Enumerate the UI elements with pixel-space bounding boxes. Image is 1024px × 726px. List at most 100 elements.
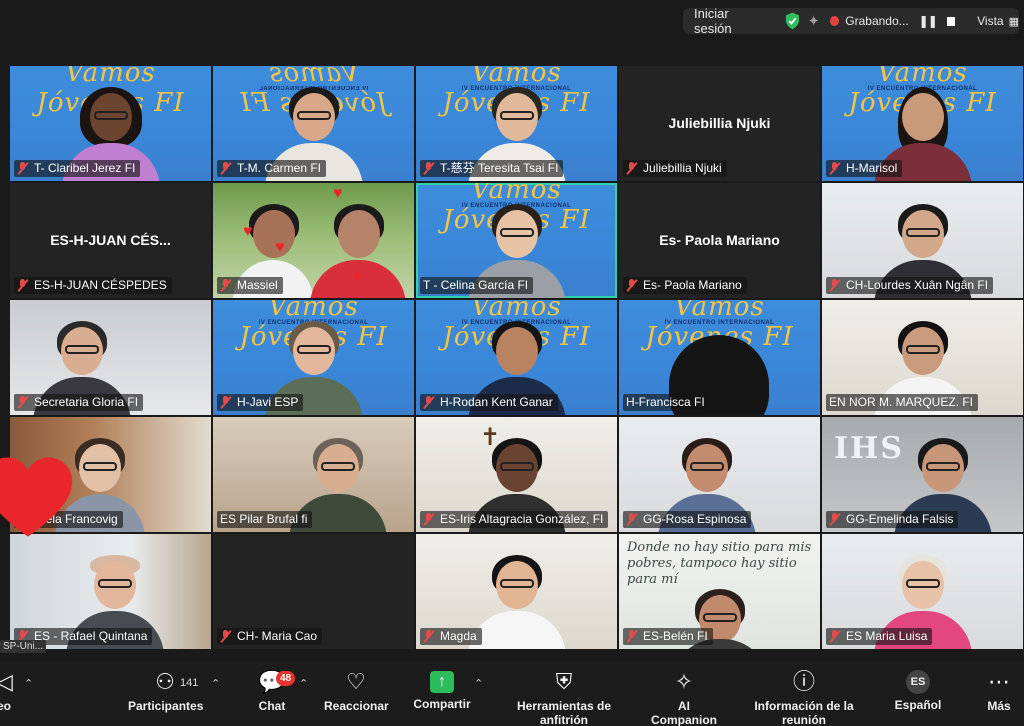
video-button[interactable]: ◁ eo [0,669,13,713]
video-tile[interactable]: Vamos Jóvenes FI IV ENCUENTRO INTERNACIO… [822,66,1023,181]
participant-name-label: ES Pilar Brufal fi [217,511,313,528]
participant-name-label: H-Francisca FI [623,394,710,411]
participant-name-label: Massiel [217,277,283,294]
language-icon: ES [906,670,930,694]
participant-name-label: CH-Lourdes Xuân Ngân FI [826,277,994,294]
video-tile-off[interactable]: CH- Maria Cao [213,534,414,649]
react-button[interactable]: ♡ Reaccionar [324,669,389,713]
participant-name-label: ES-H-JUAN CÉSPEDES [14,277,172,294]
video-tile[interactable]: CH-Lourdes Xuân Ngân FI [822,183,1023,298]
participant-name-label: GG-Rosa Espinosa [623,511,752,528]
participant-overlay-tag: SP-Uni... [0,640,47,653]
mic-muted-icon [626,513,638,526]
heart-reaction-icon: ♥ [353,269,363,286]
video-tile[interactable]: IHS GG-Emelinda Falsis [822,417,1023,532]
shield-check-icon[interactable] [785,12,800,30]
video-tile[interactable]: ES - Rafael Quintana [10,534,211,649]
participant-name-label: EN NOR M. MARQUEZ. FI [826,394,978,411]
video-tile-off[interactable]: Es- Paola Mariano Es- Paola Mariano [619,183,820,298]
video-tile[interactable]: ✝ ES-Iris Altagracia González, FI [416,417,617,532]
participant-name-label: T- Claribel Jerez FI [14,160,141,177]
video-tile[interactable]: Vamos Jóvenes FI T- Claribel Jerez FI [10,66,211,181]
mic-muted-icon [829,513,841,526]
pause-recording-icon[interactable]: ❚❚ [919,14,938,28]
mic-muted-icon [220,630,232,643]
participant-name-label: H-Rodan Kent Ganar [420,394,558,411]
video-tile[interactable]: Vamos Jóvenes FI IV ENCUENTRO INTERNACIO… [213,66,414,181]
language-button[interactable]: ES Español [892,669,944,712]
heart-reaction-icon [0,457,73,537]
heart-reaction-icon: ♥ [275,239,285,256]
participant-name-label: ES-Iris Altagracia González, FI [420,511,609,528]
participant-name-label: ES Maria Luisa [826,628,933,645]
share-options-caret-icon[interactable]: ⌃ [474,677,483,690]
video-gallery: Vamos Jóvenes FI T- Claribel Jerez FI Va… [10,66,1023,654]
grid-view-icon[interactable]: ▦ [1009,15,1019,28]
mic-muted-icon [17,396,29,409]
mic-muted-icon [626,162,638,175]
info-icon: ⓘ [792,669,815,694]
sparkle-icon[interactable]: ✦ [807,12,820,30]
mic-muted-icon [220,396,232,409]
participant-name-label: Secretaria Gloria FI [14,394,144,411]
participants-options-caret-icon[interactable]: ⌃ [211,677,220,690]
video-tile[interactable]: Secretaria Gloria FI [10,300,211,415]
video-tile[interactable]: GG-Rosa Espinosa [619,417,820,532]
video-tile[interactable]: Vamos Jóvenes FI IV ENCUENTRO INTERNACIO… [416,300,617,415]
video-options-caret-icon[interactable]: ⌃ [24,677,33,690]
meeting-info-button[interactable]: ⓘ Información de la reunión [734,669,874,726]
participant-name-label: H-Javi ESP [217,394,304,411]
participant-name-label: T-慈芬 Teresita Tsai FI [420,160,564,177]
share-screen-icon: ↑ [430,671,454,693]
heart-reaction-icon: ♥ [243,223,253,240]
sign-in-link[interactable]: Iniciar sesión [694,6,765,36]
video-camera-icon: ◁ [0,669,13,694]
stop-recording-icon[interactable] [946,16,956,26]
video-tile-off[interactable]: ES-H-JUAN CÉS... ES-H-JUAN CÉSPEDES [10,183,211,298]
participant-name-label: Juliebillia Njuki [623,160,727,177]
video-tile[interactable]: Magda [416,534,617,649]
video-tile[interactable]: EN NOR M. MARQUEZ. FI [822,300,1023,415]
video-tile[interactable]: ES Maria Luisa [822,534,1023,649]
video-tile[interactable]: Vamos Jóvenes FI IV ENCUENTRO INTERNACIO… [416,66,617,181]
mic-muted-icon [423,630,435,643]
participants-count: 141 [180,677,199,689]
video-tile[interactable]: ♥ ♥ ♥ ♥ Massiel [213,183,414,298]
zoom-meeting-window: Iniciar sesión ✦ Grabando... ❚❚ Vista ▦ … [0,0,1024,726]
participant-name-label: Magda [420,628,482,645]
view-button[interactable]: Vista [977,14,1003,28]
share-screen-button[interactable]: ↑ Compartir [412,669,472,711]
video-tile[interactable]: ES Pilar Brufal fi [213,417,414,532]
video-tile[interactable]: Donde no hay sitio para mis pobres, tamp… [619,534,820,649]
participant-name-label: Es- Paola Mariano [623,277,747,294]
recording-icon [829,16,840,26]
more-button[interactable]: ⋯ Más [982,669,1016,713]
recording-status: Grabando... [845,14,909,28]
participant-name-label: H-Marisol [826,160,903,177]
participant-name-label: T-M. Carmen FI [217,160,327,177]
participant-name-label: T - Celina García FI [420,277,534,294]
mic-muted-icon [17,279,29,292]
chat-options-caret-icon[interactable]: ⌃ [299,677,308,690]
video-tile[interactable]: Vamos Jóvenes FI IV ENCUENTRO INTERNACIO… [619,300,820,415]
host-tools-button[interactable]: ⛨ Herramientas de anfitrión [496,669,632,726]
top-bar: Iniciar sesión ✦ Grabando... ❚❚ Vista ▦ [0,0,1024,44]
mic-muted-icon [829,630,841,643]
video-tile-active-speaker[interactable]: Vamos Jóvenes FI IV ENCUENTRO INTERNACIO… [416,183,617,298]
video-tile[interactable]: Vamos Jóvenes FI IV ENCUENTRO INTERNACIO… [213,300,414,415]
participant-name-label: CH- Maria Cao [217,628,323,645]
participants-button[interactable]: ⚇ Participantes [128,669,203,713]
mic-muted-icon [220,279,232,292]
video-tile-off[interactable]: Juliebillia Njuki Juliebillia Njuki [619,66,820,181]
heart-outline-icon: ♡ [346,669,366,694]
meeting-toolbar: ◁ eo ⌃ ⚇ Participantes 141 ⌃ 💬 Chat 48 ⌃… [0,663,1024,726]
host-shield-icon: ⛨ [555,669,573,694]
participant-display-name: Es- Paola Mariano [659,232,780,248]
top-status-pill: Iniciar sesión ✦ Grabando... ❚❚ Vista ▦ [683,6,1019,36]
mic-muted-icon [829,279,841,292]
mic-muted-icon [423,396,435,409]
ai-companion-button[interactable]: ✧ AI Companion [644,669,724,726]
participant-display-name: ES-H-JUAN CÉS... [50,232,171,248]
chat-unread-badge: 48 [276,671,296,686]
participant-name-label: GG-Emelinda Falsis [826,511,959,528]
